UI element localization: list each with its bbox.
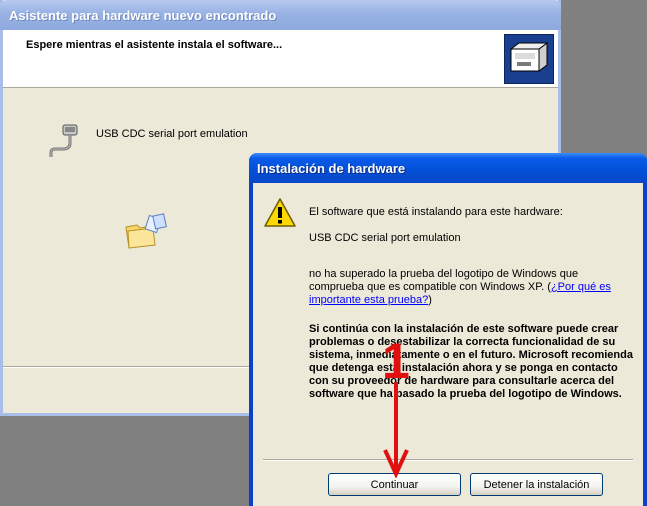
- wizard-device-name: USB CDC serial port emulation: [96, 128, 248, 140]
- wizard-header: Espere mientras el asistente instala el …: [3, 30, 558, 88]
- dialog-device-name: USB CDC serial port emulation: [309, 232, 461, 244]
- hardware-installation-dialog: Instalación de hardware El software que …: [249, 153, 647, 506]
- wizard-heading: Espere mientras el asistente instala el …: [26, 39, 283, 51]
- wizard-title: Asistente para hardware nuevo encontrado: [9, 8, 277, 23]
- wizard-title-bar[interactable]: Asistente para hardware nuevo encontrado: [0, 0, 561, 30]
- dialog-title-bar[interactable]: Instalación de hardware: [249, 153, 647, 183]
- logo-test-text-after: ): [428, 294, 432, 306]
- dialog-intro-text: El software que está instalando para est…: [309, 206, 563, 218]
- warning-icon: [263, 197, 297, 229]
- dialog-title: Instalación de hardware: [257, 161, 406, 176]
- dialog-body: El software que está instalando para est…: [253, 183, 643, 506]
- logo-test-text-before: no ha superado la prueba del logotipo de…: [309, 268, 579, 293]
- annotation-arrow-icon: [383, 382, 409, 478]
- folder-transfer-icon: [123, 213, 169, 249]
- logo-test-text: no ha superado la prueba del logotipo de…: [309, 268, 629, 307]
- usb-serial-icon: [47, 123, 81, 159]
- stability-warning-text: Si continúa con la instalación de este s…: [309, 323, 633, 400]
- stop-installation-button[interactable]: Detener la instalación: [470, 473, 603, 496]
- annotation-number: 1: [382, 333, 410, 389]
- hardware-wizard-logo-icon: [504, 34, 554, 84]
- dialog-separator: [263, 459, 633, 461]
